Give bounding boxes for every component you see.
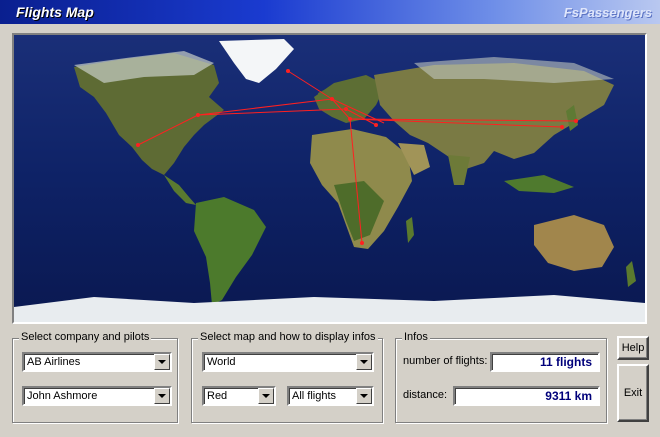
airport-marker [286, 69, 290, 73]
filter-select[interactable]: All flights [287, 386, 374, 406]
company-pilot-group: Select company and pilots AB Airlines Jo… [12, 331, 178, 423]
airport-marker [560, 125, 564, 129]
distance-value: 9311 km [453, 386, 600, 406]
airport-marker [330, 97, 334, 101]
company-select[interactable]: AB Airlines [22, 352, 172, 372]
flights-count-label: number of flights: [403, 355, 488, 367]
pilot-select-value: John Ashmore [27, 390, 98, 402]
airport-marker [348, 117, 352, 121]
antarctica-landmass [14, 295, 645, 322]
world-map[interactable] [12, 33, 647, 324]
airport-marker [360, 241, 364, 245]
color-select[interactable]: Red [202, 386, 276, 406]
chevron-down-icon[interactable] [258, 388, 274, 404]
world-map-canvas [14, 35, 645, 322]
airport-marker [136, 143, 140, 147]
color-select-value: Red [207, 390, 228, 402]
title-bar[interactable]: Flights Map FsPassengers [0, 0, 660, 24]
airport-marker [196, 113, 200, 117]
chevron-down-icon[interactable] [154, 388, 170, 404]
chevron-down-icon[interactable] [356, 388, 372, 404]
airport-marker [344, 107, 348, 111]
airport-marker [574, 119, 578, 123]
filter-select-value: All flights [292, 390, 337, 402]
exit-button[interactable]: Exit [617, 364, 649, 422]
company-select-value: AB Airlines [27, 356, 81, 368]
map-select[interactable]: World [202, 352, 374, 372]
help-button[interactable]: Help [617, 336, 649, 360]
company-group-title: Select company and pilots [19, 331, 152, 343]
brand-label: FsPassengers [563, 4, 652, 20]
distance-label: distance: [403, 389, 448, 401]
map-group-title: Select map and how to display infos [198, 331, 378, 343]
airport-marker [374, 123, 378, 127]
chevron-down-icon[interactable] [154, 354, 170, 370]
map-select-value: World [207, 356, 236, 368]
window-title: Flights Map [16, 4, 94, 20]
chevron-down-icon[interactable] [356, 354, 372, 370]
map-display-group: Select map and how to display infos Worl… [191, 331, 383, 423]
pilot-select[interactable]: John Ashmore [22, 386, 172, 406]
infos-group: Infos number of flights: 11 flights dist… [395, 331, 607, 423]
infos-group-title: Infos [402, 331, 430, 343]
flights-count-value: 11 flights [490, 352, 600, 372]
